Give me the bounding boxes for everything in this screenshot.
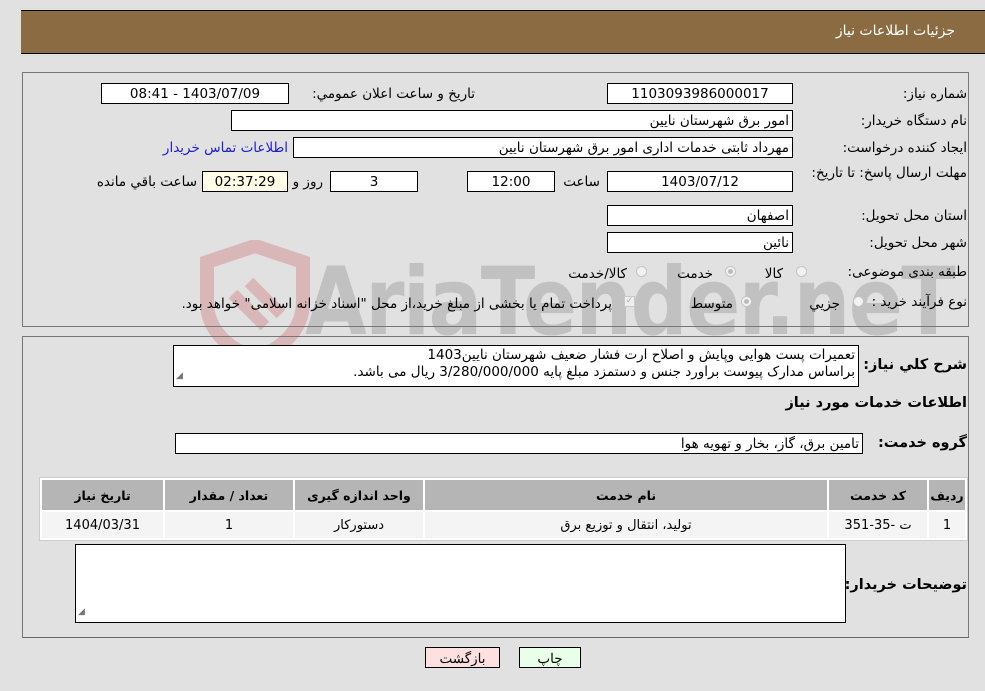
announce-datetime-label: تاريخ و ساعت اعلان عمومي:	[312, 86, 475, 102]
province-label: استان محل تحویل:	[861, 208, 967, 224]
purchase-option-minor: جزيي	[809, 296, 840, 312]
cell-unit: دستورکار	[295, 512, 423, 538]
category-radio-service[interactable]	[725, 266, 736, 277]
resize-grip-icon[interactable]: ◢	[176, 368, 183, 385]
description-label: شرح كلي نياز:	[863, 357, 967, 373]
services-section-title: اطلاعات خدمات مورد نیاز	[785, 395, 967, 411]
table-row: 1 ت -35-351 تولید، انتقال و توزیع برق دس…	[42, 512, 965, 538]
col-service-code: کد خدمت	[829, 480, 927, 510]
days-label: روز و	[292, 174, 323, 190]
buyer-org-label: نام دستگاه خریدار:	[860, 113, 967, 129]
buyer-notes-label: توضیحات خریدار:	[844, 577, 967, 593]
requester-field[interactable]: مهرداد ثابتی خدمات اداری امور برق شهرستا…	[293, 137, 793, 158]
deadline-date-field[interactable]: 1403/07/12	[607, 171, 793, 192]
cell-need-date: 1404/03/31	[42, 512, 163, 538]
category-option-goods-service: کالا/خدمت	[568, 266, 627, 282]
description-line-2: براساس مدارک پیوست براورد جنس و دستمزد م…	[353, 364, 855, 380]
resize-grip-icon[interactable]: ◢	[78, 604, 85, 621]
requester-label: ایجاد کننده درخواست:	[842, 140, 967, 156]
col-unit: واحد اندازه گیری	[295, 480, 423, 510]
buyer-contact-link[interactable]: اطلاعات تماس خریدار	[163, 140, 288, 156]
time-remaining-field: 02:37:29	[202, 171, 288, 192]
col-quantity: تعداد / مقدار	[165, 480, 293, 510]
city-label: شهر محل تحویل:	[869, 235, 967, 251]
cell-service-code: ت -35-351	[829, 512, 927, 538]
cell-quantity: 1	[165, 512, 293, 538]
description-line-1: تعمیرات پست هوایی وپایش و اصلاح ارت فشار…	[427, 347, 855, 363]
purchase-radio-minor[interactable]	[853, 296, 864, 307]
services-table: ردیف کد خدمت نام خدمت واحد اندازه گیری ت…	[39, 477, 968, 541]
treasury-note: پرداخت تمام یا بخشی از مبلغ خرید،از محل …	[181, 296, 612, 312]
deadline-label: مهلت ارسال پاسخ: تا تاریخ:	[811, 165, 967, 181]
deadline-time-label: ساعت	[563, 174, 600, 190]
category-label: طبقه بندی موضوعی:	[847, 264, 967, 280]
purchase-type-label: نوع فرآیند خرید :	[871, 294, 967, 310]
purchase-radio-medium[interactable]	[741, 296, 752, 307]
need-number-field[interactable]: 1103093986000017	[607, 83, 793, 104]
back-button[interactable]: بازگشت	[425, 647, 500, 668]
buyer-notes-textarea[interactable]: ◢	[75, 544, 846, 623]
col-service-name: نام خدمت	[425, 480, 827, 510]
category-radio-goods[interactable]	[796, 266, 807, 277]
deadline-time-field[interactable]: 12:00	[467, 171, 555, 192]
province-field[interactable]: اصفهان	[607, 205, 793, 226]
category-radio-goods-service[interactable]	[636, 266, 647, 277]
city-field[interactable]: نائین	[607, 232, 793, 253]
buyer-org-field[interactable]: امور برق شهرستان نایین	[231, 110, 793, 131]
page-title: جزئیات اطلاعات نیاز	[835, 23, 955, 39]
category-option-goods: کالا	[764, 266, 783, 282]
page-header: جزئیات اطلاعات نیاز	[21, 10, 985, 54]
purchase-option-medium: متوسط	[690, 296, 733, 312]
category-option-service: خدمت	[677, 266, 713, 282]
treasury-checkbox[interactable]: ✓	[624, 296, 635, 307]
days-remaining-field[interactable]: 3	[330, 171, 418, 192]
col-row-number: ردیف	[929, 480, 965, 510]
col-need-date: تاریخ نیاز	[42, 480, 163, 510]
announce-datetime-field[interactable]: 1403/07/09 - 08:41	[101, 83, 289, 104]
service-group-field[interactable]: تامین برق، گاز، بخار و تهویه هوا	[175, 433, 863, 454]
need-number-label: شماره نیاز:	[902, 86, 967, 102]
table-header-row: ردیف کد خدمت نام خدمت واحد اندازه گیری ت…	[42, 480, 965, 510]
service-group-label: گروه خدمت:	[877, 435, 967, 451]
cell-service-name: تولید، انتقال و توزیع برق	[425, 512, 827, 538]
description-textarea[interactable]: تعمیرات پست هوایی وپایش و اصلاح ارت فشار…	[173, 345, 859, 387]
time-remaining-label: ساعت باقي مانده	[96, 174, 197, 190]
print-button[interactable]: چاپ	[519, 647, 581, 668]
cell-row-number: 1	[929, 512, 965, 538]
